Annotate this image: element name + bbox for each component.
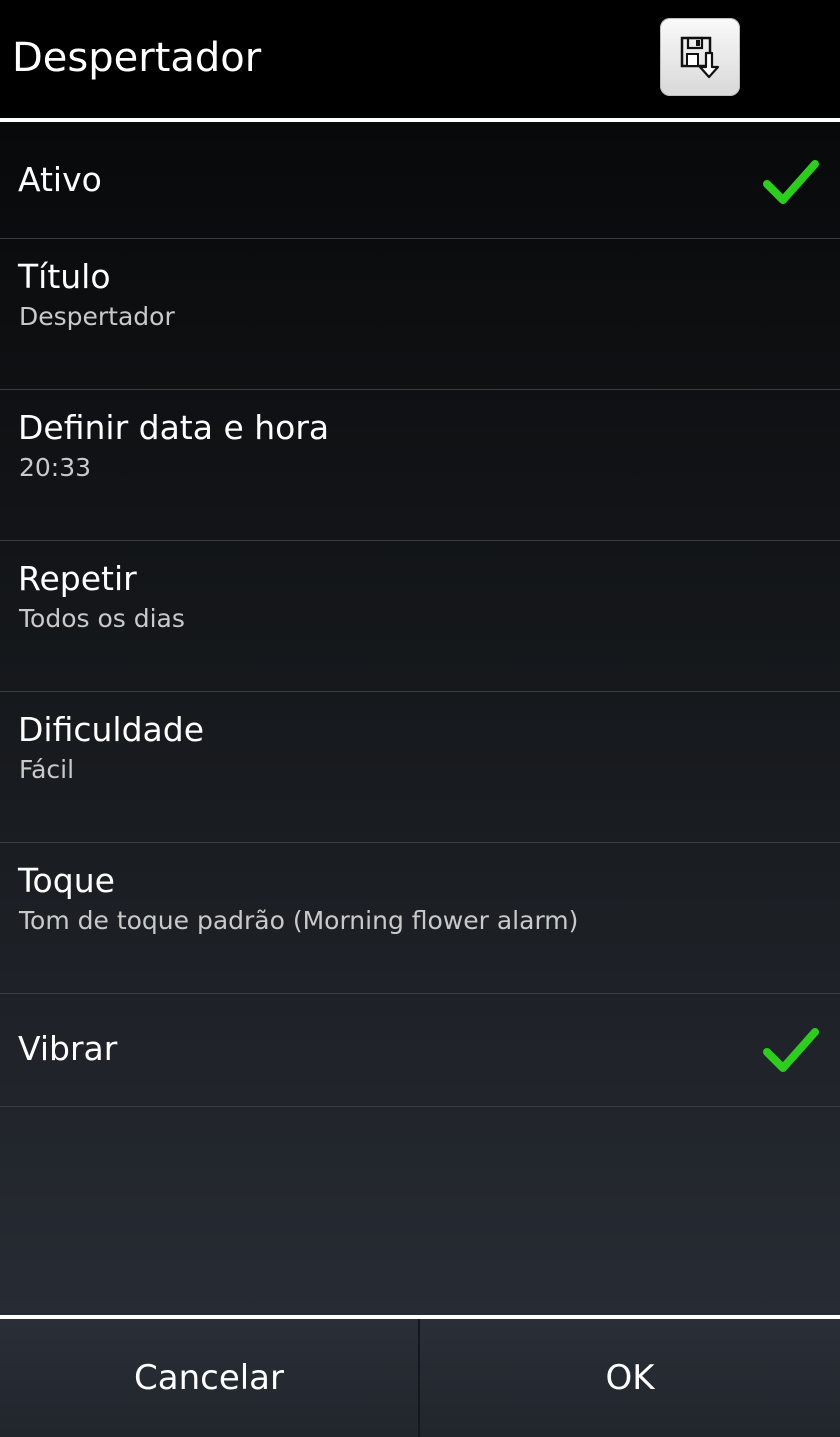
setting-value: Despertador [19,302,175,331]
dialog-buttons: Cancelar OK [0,1319,840,1437]
setting-value: 20:33 [19,453,92,482]
setting-title: Toque [18,861,115,900]
ok-button[interactable]: OK [420,1319,840,1437]
setting-title: Definir data e hora [18,408,330,447]
list-item-titulo[interactable]: Título Despertador [0,239,840,390]
setting-title: Repetir [18,559,137,598]
cancel-button[interactable]: Cancelar [0,1319,418,1437]
setting-value: Tom de toque padrão (Morning flower alar… [19,906,579,935]
list-item-toque[interactable]: Toque Tom de toque padrão (Morning flowe… [0,843,840,994]
setting-value: Todos os dias [19,604,185,633]
settings-list: Ativo Título Despertador Definir data e … [0,122,840,1315]
save-icon [680,36,720,79]
list-item-ativo[interactable]: Ativo [0,122,840,239]
title-bar: Despertador [0,0,840,118]
setting-value: Fácil [19,755,75,784]
setting-title: Dificuldade [18,710,205,749]
setting-title: Vibrar [18,1029,118,1068]
list-item-vibrar[interactable]: Vibrar [0,994,840,1107]
page-title: Despertador [12,35,262,81]
checkmark-icon[interactable] [763,1026,819,1074]
list-item-dificuldade[interactable]: Dificuldade Fácil [0,692,840,843]
list-item-data-hora[interactable]: Definir data e hora 20:33 [0,390,840,541]
save-button[interactable] [660,18,740,96]
checkmark-icon[interactable] [763,158,819,206]
setting-title: Ativo [18,160,102,199]
list-item-repetir[interactable]: Repetir Todos os dias [0,541,840,692]
setting-title: Título [18,257,111,296]
